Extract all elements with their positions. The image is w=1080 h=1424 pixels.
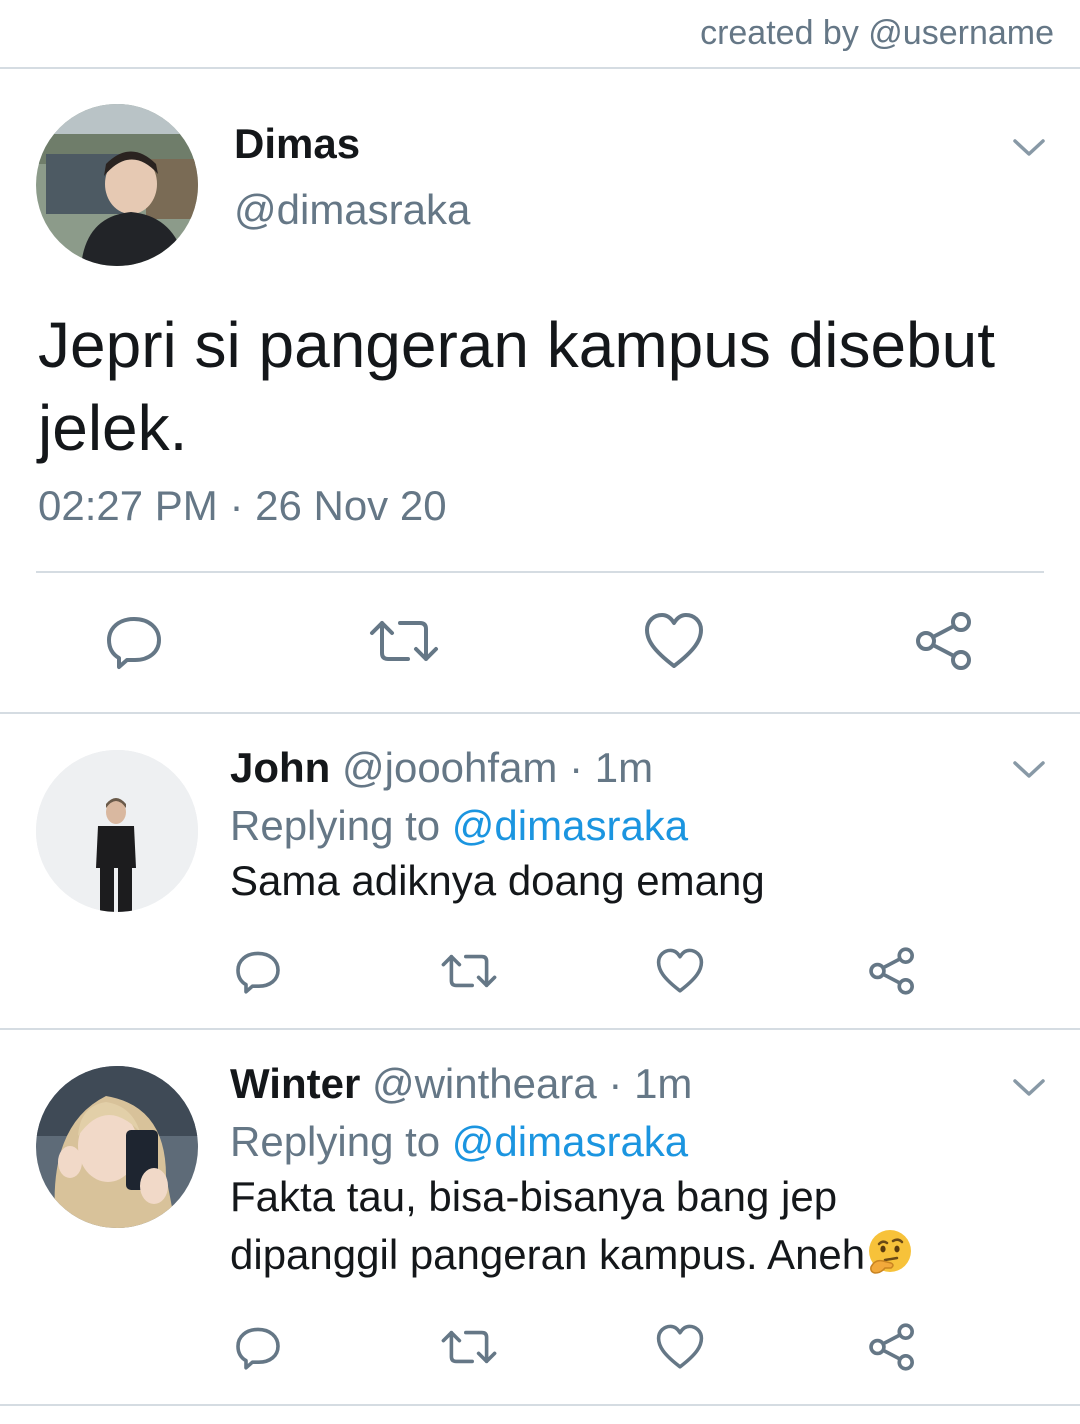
reply-action-bar xyxy=(0,936,1080,1006)
share-icon xyxy=(869,947,914,995)
main-action-bar xyxy=(0,606,1080,676)
chevron-down-icon[interactable] xyxy=(1012,138,1046,158)
reply-header: John @jooohfam · 1m xyxy=(230,744,653,792)
tweet-text: Jepri si pangeran kampus disebut jelek. xyxy=(38,309,995,465)
bottom-divider xyxy=(0,1404,1080,1406)
avatar[interactable] xyxy=(36,1066,198,1228)
replying-to-label: Replying to xyxy=(230,802,441,849)
replying-to-line: Replying to @dimasraka xyxy=(230,1118,688,1166)
like-button[interactable] xyxy=(634,606,714,676)
share-icon xyxy=(869,1323,914,1371)
reply-author-name[interactable]: John xyxy=(230,744,330,791)
reply-author-handle[interactable]: @jooohfam xyxy=(342,744,557,791)
avatar[interactable] xyxy=(36,750,198,912)
reply-text-line-content: dipanggil pangeran kampus. Aneh xyxy=(230,1231,866,1278)
reply-header: Winter @wintheara · 1m xyxy=(230,1060,692,1108)
reply-text: Fakta tau, bisa-bisanya bang jep dipangg… xyxy=(230,1168,1030,1284)
like-button[interactable] xyxy=(652,936,708,1006)
retweet-icon xyxy=(441,1330,497,1364)
section-divider xyxy=(0,712,1080,714)
reply-button[interactable] xyxy=(230,1312,286,1382)
reply-icon xyxy=(236,951,280,994)
like-button[interactable] xyxy=(652,1312,708,1382)
replying-to-label: Replying to xyxy=(230,1118,441,1165)
reply-author-name[interactable]: Winter xyxy=(230,1060,360,1107)
credit-label: created by @username xyxy=(700,14,1054,52)
reply-author-handle[interactable]: @wintheara xyxy=(372,1060,597,1107)
reply-button[interactable] xyxy=(230,936,286,1006)
reply-time: 1m xyxy=(634,1060,693,1107)
author-handle[interactable]: @dimasraka xyxy=(234,186,470,234)
reply-icon xyxy=(236,1327,280,1370)
section-divider xyxy=(0,1028,1080,1030)
replying-to-mention[interactable]: @dimasraka xyxy=(452,1118,688,1165)
avatar[interactable] xyxy=(36,104,198,266)
retweet-button[interactable] xyxy=(438,936,500,1006)
separator-dot: · xyxy=(608,1060,623,1107)
retweet-button[interactable] xyxy=(438,1312,500,1382)
tweet-timestamp: 02:27 PM · 26 Nov 20 xyxy=(38,482,447,529)
reply-time: 1m xyxy=(594,744,654,791)
replying-to-line: Replying to @dimasraka xyxy=(230,802,688,850)
separator-dot: · xyxy=(569,744,584,791)
share-button[interactable] xyxy=(864,1312,920,1382)
reply-text-line: Fakta tau, bisa-bisanya bang jep xyxy=(230,1173,838,1220)
chevron-down-icon[interactable] xyxy=(1012,1078,1046,1098)
share-button[interactable] xyxy=(864,936,920,1006)
reply-icon xyxy=(107,617,161,669)
share-button[interactable] xyxy=(904,606,984,676)
reply-button[interactable] xyxy=(94,606,174,676)
retweet-icon xyxy=(441,954,497,988)
thinking-face-emoji xyxy=(865,1227,915,1277)
top-divider xyxy=(0,67,1080,69)
like-icon xyxy=(656,948,704,993)
reply-action-bar xyxy=(0,1312,1080,1382)
retweet-icon xyxy=(370,621,438,661)
like-icon xyxy=(656,1324,704,1369)
reply-text: Sama adiknya doang emang xyxy=(230,857,765,904)
reply-text-line: dipanggil pangeran kampus. Aneh xyxy=(230,1226,1030,1284)
chevron-down-icon[interactable] xyxy=(1012,760,1046,780)
like-icon xyxy=(645,613,703,668)
author-name[interactable]: Dimas xyxy=(234,120,360,168)
tweet-divider xyxy=(36,571,1044,573)
retweet-button[interactable] xyxy=(364,606,444,676)
share-icon xyxy=(916,612,971,670)
replying-to-mention[interactable]: @dimasraka xyxy=(452,802,688,849)
